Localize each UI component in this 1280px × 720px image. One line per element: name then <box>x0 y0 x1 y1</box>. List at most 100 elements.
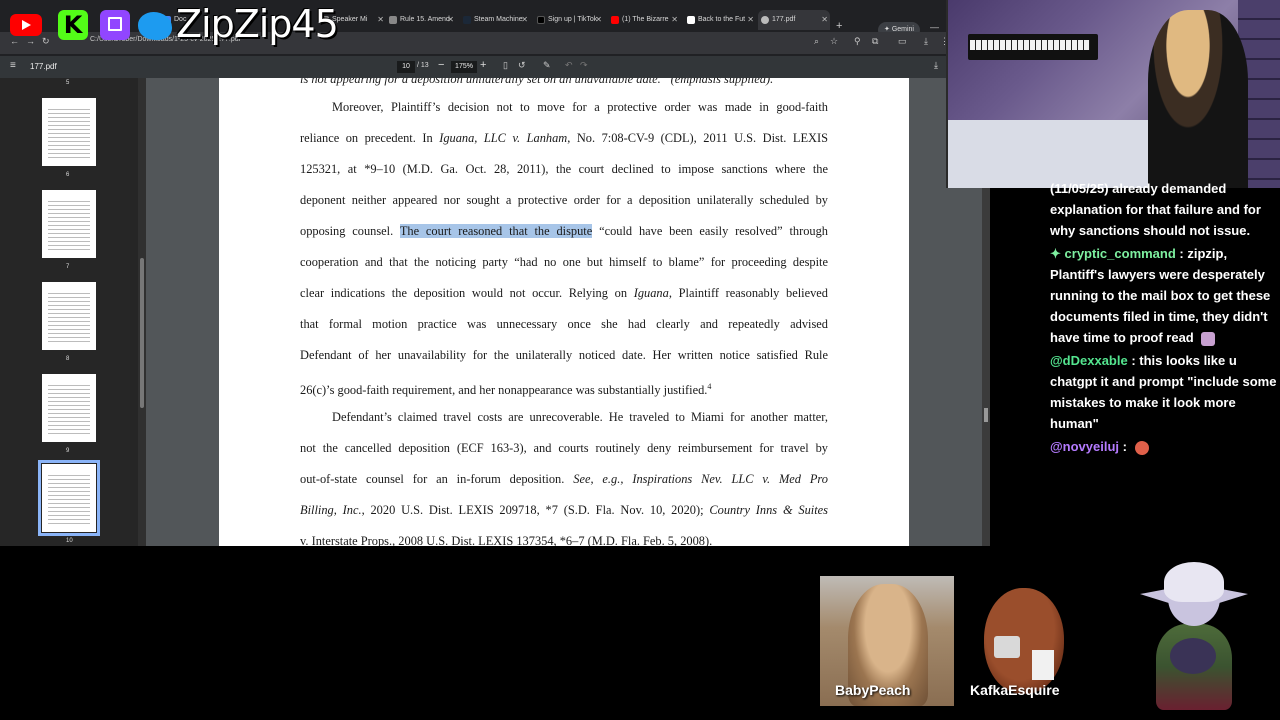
elf-hair-image <box>1164 562 1224 602</box>
case-name: Country Inns & Suites <box>709 503 828 517</box>
coffee-cup-image <box>994 636 1020 658</box>
stream-screen: Doc Speaker Mi ✕ Rule 15. Amend ✕ Steam Ma… <box>0 0 1280 720</box>
chat-panel: (11/05/25) already demanded explanation … <box>1040 176 1280 476</box>
doc-text: , 2020 U.S. Dist. LEXIS 209718, *7 (S.D.… <box>361 503 710 517</box>
close-icon[interactable]: ✕ <box>377 10 384 30</box>
avatar-babypeach: BabyPeach <box>820 576 954 706</box>
tab-steam[interactable]: Steam Machine ✕ <box>460 10 530 30</box>
tab-label: Back to the Fut <box>698 16 746 23</box>
new-tab-icon[interactable]: + <box>836 20 842 32</box>
page-favicon-icon <box>687 16 695 24</box>
chat-message: (11/05/25) already demanded explanation … <box>1050 181 1261 238</box>
tab-tiktok[interactable]: Sign up | TikTok ✕ <box>534 10 604 30</box>
avatar-name: BabyPeach <box>835 682 911 698</box>
doc-line: Moreover, Plaintiff’s decision not to mo… <box>332 100 828 114</box>
tab-label: Steam Machine <box>474 16 523 23</box>
thumbnail-page-8[interactable] <box>42 282 96 350</box>
piano-keys-image <box>970 40 1090 50</box>
sidebar-scrollbar[interactable] <box>138 78 146 546</box>
emote-icon <box>1134 440 1149 455</box>
sidebar-scroll-thumb[interactable] <box>140 258 144 408</box>
tab-177-pdf[interactable]: 177.pdf ✕ <box>758 10 830 30</box>
doc-line: deponent neither appeared nor sought a p… <box>300 193 828 207</box>
thumbnail-page-7[interactable] <box>42 190 96 258</box>
hamburger-menu-icon[interactable]: ≡ <box>10 60 16 71</box>
minimize-icon[interactable]: — <box>930 22 939 32</box>
annotate-icon[interactable]: ✎ <box>543 60 551 71</box>
pdf-favicon-icon <box>761 16 769 24</box>
chat-username[interactable]: cryptic_command <box>1065 246 1176 261</box>
tab-label: (1) The Bizarre <box>622 16 669 23</box>
close-icon[interactable]: ✕ <box>821 10 828 30</box>
zoom-out-button[interactable]: − <box>438 59 444 71</box>
thumbnail-label: 6 <box>66 172 70 178</box>
case-name: See, e.g., Inspirations Nev. LLC v. Med … <box>573 472 828 486</box>
doc-line: cooperation and that the noticing party … <box>300 255 828 269</box>
pdf-download-icon[interactable]: ⤓ <box>934 60 938 71</box>
close-icon[interactable]: ✕ <box>595 10 602 30</box>
thumbnail-page-6[interactable] <box>42 98 96 166</box>
cat-image <box>1170 638 1216 674</box>
thumbnail-label: 9 <box>66 448 70 454</box>
pdf-toolbar: ≡ 177.pdf 10 / 13 − 175% + ▯ ↺ ✎ ↶ ↷ ⤓ <box>0 56 990 78</box>
chat-message: @novyeiluj : <box>1040 436 1280 457</box>
close-icon[interactable]: ✕ <box>747 10 754 30</box>
tab-youtube[interactable]: (1) The Bizarre ✕ <box>608 10 680 30</box>
doc-line: reliance on precedent. In Iguana, LLC v.… <box>300 131 829 145</box>
rotate-icon[interactable]: ↺ <box>518 60 526 71</box>
zoom-icon[interactable]: ⌕ <box>814 36 819 47</box>
tab-back-to-future[interactable]: Back to the Fut ✕ <box>684 10 756 30</box>
zoom-level-input[interactable]: 175% <box>451 61 477 73</box>
doc-line: is not appearing for a deposition unilat… <box>300 78 774 86</box>
chat-username[interactable]: @novyeiluj <box>1050 439 1119 454</box>
kafka-bean-image <box>984 588 1064 694</box>
thumbnail-label: 7 <box>66 264 70 270</box>
doc-line: Defendant’s claimed travel costs are unr… <box>332 410 828 424</box>
tiktok-favicon-icon <box>537 16 545 24</box>
sidepanel-icon[interactable]: ▭ <box>898 36 907 47</box>
doc-text: out-of-state counsel for an in-forum dep… <box>300 472 574 486</box>
pdf-page: is not appearing for a deposition unilat… <box>219 78 909 546</box>
chat-message: ✦ cryptic_command : zipzip, Plantiff's l… <box>1050 246 1271 346</box>
tab-rule15[interactable]: Rule 15. Amend ✕ <box>386 10 456 30</box>
close-icon[interactable]: ✕ <box>671 10 678 30</box>
tab-label: Sign up | TikTok <box>548 16 598 23</box>
webcam-feed <box>946 0 1280 188</box>
tab-label: Rule 15. Amend <box>400 16 450 23</box>
chat-message: @dDexxable : this looks like u chatgpt i… <box>1050 353 1277 431</box>
case-name: Billing, Inc. <box>300 503 362 517</box>
zoom-in-button[interactable]: + <box>480 59 486 71</box>
thumbnail-page-10[interactable] <box>38 460 100 536</box>
browser-window: Doc Speaker Mi ✕ Rule 15. Amend ✕ Steam Ma… <box>0 0 990 546</box>
doc-line: v. Interstate Props., 2008 U.S. Dist. LE… <box>300 534 713 546</box>
footnote-ref[interactable]: 4 <box>707 382 711 391</box>
emote-icon <box>1201 331 1216 346</box>
viewer-scroll-thumb[interactable] <box>984 408 988 422</box>
kick-icon: K <box>58 10 88 40</box>
doc-line: out-of-state counsel for an in-forum dep… <box>300 468 828 499</box>
streamer-image <box>1148 10 1248 188</box>
close-icon[interactable]: ✕ <box>521 10 528 30</box>
text-selection-highlight[interactable]: The court reasoned that the dispute <box>399 224 593 238</box>
chat-username[interactable]: @dDexxable <box>1050 353 1128 368</box>
thumbnail-sidebar: 5 6 7 8 9 10 <box>0 78 146 546</box>
star-icon[interactable]: ☆ <box>830 36 838 47</box>
doc-line: Billing, Inc., 2020 U.S. Dist. LEXIS 209… <box>300 499 828 530</box>
doc-line: that formal motion practice was unnecess… <box>300 317 828 331</box>
doc-line: Defendant of her unavailability for the … <box>300 348 828 362</box>
download-icon[interactable]: ⤓ <box>924 36 928 47</box>
fit-page-icon[interactable]: ▯ <box>503 60 508 71</box>
doc-text: opposing counsel. <box>300 224 400 238</box>
undo-icon[interactable]: ↶ <box>565 60 573 71</box>
redo-icon[interactable]: ↷ <box>580 60 588 71</box>
close-icon[interactable]: ✕ <box>447 10 454 30</box>
doc-text: 26(c)’s good-faith requirement, and her … <box>300 383 708 398</box>
extension-icon[interactable]: ⚲ <box>854 36 861 47</box>
thumbnail-label: 10 <box>66 538 73 544</box>
thumbnail-page-9[interactable] <box>42 374 96 442</box>
doc-line: not the cancelled deposition (ECF 163-3)… <box>300 441 828 455</box>
page-number-input[interactable]: 10 <box>397 61 415 73</box>
document-text: is not appearing for a deposition unilat… <box>300 78 828 546</box>
puzzle-icon[interactable]: ⧉ <box>872 36 878 47</box>
doc-line: clear indications the deposition would n… <box>300 282 828 313</box>
